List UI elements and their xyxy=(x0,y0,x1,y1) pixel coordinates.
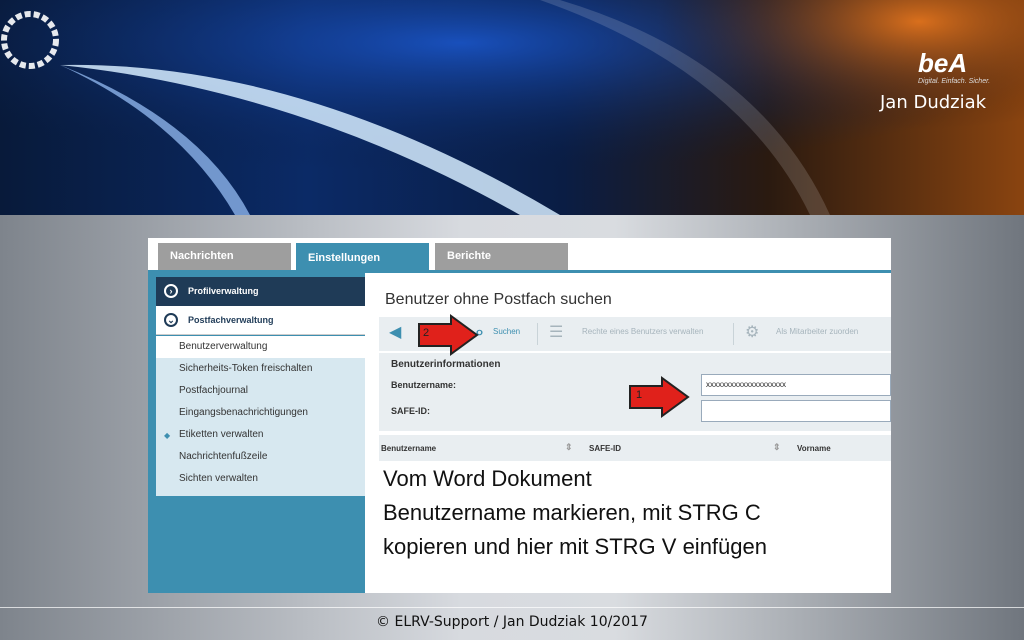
assign-button[interactable]: Als Mitarbeiter zuorden xyxy=(776,327,858,336)
bea-logo-icon xyxy=(1,11,59,69)
gear-icon: ⚙ xyxy=(745,324,760,341)
footer-divider xyxy=(0,607,1024,608)
sidebar-postfachverwaltung[interactable]: ⌄ Postfachverwaltung xyxy=(156,306,365,335)
sidebar-item-benutzerverwaltung[interactable]: Benutzerverwaltung xyxy=(156,336,365,358)
logo-text: beA xyxy=(918,48,968,78)
safeid-label: SAFE-ID: xyxy=(391,406,430,416)
instruction-text: Vom Word Dokument Benutzername markieren… xyxy=(383,462,891,572)
sidebar-submenu: Benutzerverwaltung Sicherheits-Token fre… xyxy=(156,336,365,496)
swoosh-graphic xyxy=(0,0,1024,215)
back-icon[interactable]: ◀ xyxy=(389,324,401,342)
sidebar-item-eingangsbenachrichtigungen[interactable]: Eingangsbenachrichtigungen xyxy=(156,402,365,424)
col-benutzername[interactable]: Benutzername xyxy=(381,444,436,453)
sidebar-item-postfachjournal[interactable]: Postfachjournal xyxy=(156,380,365,402)
tab-bar: Nachrichten Einstellungen Berichte xyxy=(148,238,891,273)
safeid-input[interactable] xyxy=(701,400,891,422)
presenter-name: Jan Dudziak xyxy=(880,92,987,113)
sidebar-item-token[interactable]: Sicherheits-Token freischalten xyxy=(156,358,365,380)
rights-button[interactable]: Rechte eines Benutzers verwalten xyxy=(582,327,703,336)
arrow-down-circle-icon: ⌄ xyxy=(164,313,178,327)
instruction-line-2: Benutzername markieren, mit STRG C xyxy=(383,500,761,525)
instruction-line-3: kopieren und hier mit STRG V einfügen xyxy=(383,534,767,559)
arrow-right-circle-icon: › xyxy=(164,284,178,298)
tab-berichte[interactable]: Berichte xyxy=(435,243,568,270)
logo-subtitle: Digital. Einfach. Sicher. xyxy=(918,78,991,85)
sidebar-item-fusszeile[interactable]: Nachrichtenfußzeile xyxy=(156,446,365,468)
search-button[interactable]: Suchen xyxy=(493,327,520,336)
results-table-header: Benutzername ⇕ SAFE-ID ⇕ Vorname xyxy=(379,435,891,461)
form-heading: Benutzerinformationen xyxy=(391,359,501,370)
sliders-icon: ☰ xyxy=(549,324,564,341)
sort-icon[interactable]: ⇕ xyxy=(565,442,573,453)
tab-nachrichten[interactable]: Nachrichten xyxy=(158,243,291,270)
tag-icon: ◆ xyxy=(164,431,171,440)
sidebar-item-sichten[interactable]: Sichten verwalten xyxy=(156,468,365,490)
toolbar-divider xyxy=(733,323,734,345)
username-input[interactable]: xxxxxxxxxxxxxxxxxxxx xyxy=(701,374,891,396)
sidebar-profilverwaltung[interactable]: › Profilverwaltung xyxy=(156,277,365,306)
arrow-label-2: 2 xyxy=(423,327,430,339)
footer-copyright: © ELRV-Support / Jan Dudziak 10/2017 xyxy=(376,614,648,630)
instruction-line-1: Vom Word Dokument xyxy=(383,466,592,491)
col-vorname[interactable]: Vorname xyxy=(797,444,831,453)
arrow-label-1: 1 xyxy=(636,389,643,401)
tab-einstellungen[interactable]: Einstellungen xyxy=(296,243,429,273)
sidebar-item-label: Etiketten verwalten xyxy=(179,429,264,440)
col-safe-id[interactable]: SAFE-ID xyxy=(589,444,621,453)
sidebar-postfach-label: Postfachverwaltung xyxy=(188,315,274,325)
sidebar-item-etiketten[interactable]: ◆ Etiketten verwalten xyxy=(156,424,365,446)
sidebar-profil-label: Profilverwaltung xyxy=(188,286,259,296)
sidebar: › Profilverwaltung ⌄ Postfachverwaltung … xyxy=(148,273,365,593)
header-banner: beA Digital. Einfach. Sicher. Jan Dudzia… xyxy=(0,0,1024,215)
toolbar-divider xyxy=(537,323,538,345)
page-title: Benutzer ohne Postfach suchen xyxy=(385,291,612,308)
sort-icon[interactable]: ⇕ xyxy=(773,442,781,453)
username-label: Benutzername: xyxy=(391,380,457,390)
